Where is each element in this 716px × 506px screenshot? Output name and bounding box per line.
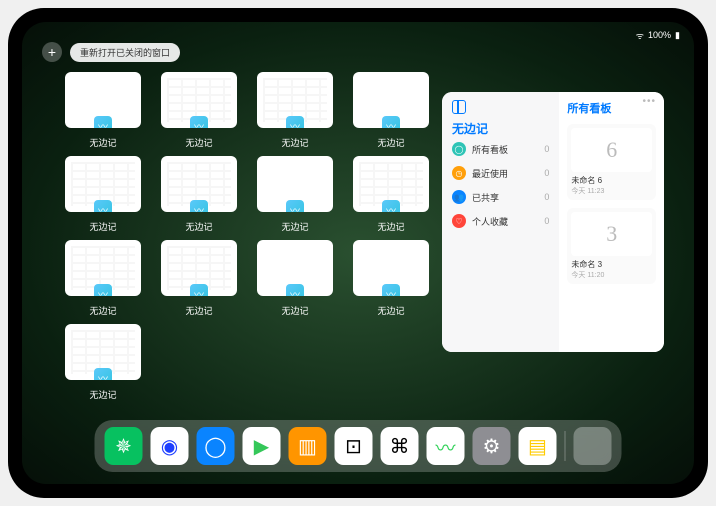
window-thumb[interactable]: 〰无边记: [352, 240, 430, 320]
window-thumb[interactable]: 〰无边记: [160, 156, 238, 236]
reopen-closed-window-button[interactable]: 重新打开已关闭的窗口: [70, 43, 180, 62]
thumb-label: 无边记: [281, 220, 308, 233]
window-thumb[interactable]: 〰无边记: [64, 156, 142, 236]
sidebar-toggle-icon[interactable]: [452, 100, 466, 114]
add-button[interactable]: +: [42, 42, 62, 62]
sidebar-item-label: 已共享: [472, 191, 544, 204]
thumb-label: 无边记: [89, 136, 116, 149]
sidebar-item-icon: ◯: [452, 142, 466, 156]
freeform-app-icon: 〰: [382, 284, 400, 296]
freeform-app-icon: 〰: [190, 284, 208, 296]
freeform-app-icon: 〰: [190, 200, 208, 212]
freeform-app-icon: 〰: [382, 200, 400, 212]
freeform-app-icon: 〰: [94, 368, 112, 380]
thumb-label: 无边记: [281, 304, 308, 317]
window-thumb[interactable]: 〰无边记: [64, 324, 142, 404]
dock-app7[interactable]: ⌘: [381, 427, 419, 465]
window-thumb[interactable]: 〰无边记: [352, 156, 430, 236]
board-item[interactable]: 6 未命名 6今天 11:23: [567, 124, 656, 200]
freeform-app-icon: 〰: [190, 116, 208, 128]
sidebar-item[interactable]: ◯ 所有看板0: [452, 137, 549, 161]
ipad-frame: ᯤ 100% ▮ + 重新打开已关闭的窗口 〰无边记〰无边记〰无边记〰无边记〰无…: [8, 8, 708, 498]
dock-qqbrowser[interactable]: ◯: [197, 427, 235, 465]
freeform-app-icon: 〰: [382, 116, 400, 128]
sidebar-item[interactable]: ♡ 个人收藏0: [452, 209, 549, 233]
thumb-label: 无边记: [377, 220, 404, 233]
sidebar-item-count: 0: [544, 192, 549, 202]
sidebar-item-label: 所有看板: [472, 143, 544, 156]
battery-icon: ▮: [675, 30, 680, 41]
sidebar-item[interactable]: 👥 已共享0: [452, 185, 549, 209]
sidebar-title: 无边记: [452, 120, 549, 137]
window-thumb[interactable]: 〰无边记: [256, 240, 334, 320]
sidebar-item-count: 0: [544, 144, 549, 154]
board-item[interactable]: 3 未命名 3今天 11:20: [567, 208, 656, 284]
freeform-sidebar: 无边记 ◯所有看板0◷最近使用0👥已共享0♡个人收藏0: [442, 92, 559, 352]
thumb-label: 无边记: [89, 220, 116, 233]
freeform-app-icon: 〰: [94, 200, 112, 212]
board-name: 未命名 6: [571, 175, 652, 186]
stage-manager-topbar: + 重新打开已关闭的窗口: [42, 42, 180, 62]
freeform-app-icon: 〰: [286, 200, 304, 212]
board-name: 未命名 3: [571, 259, 652, 270]
freeform-app-icon: 〰: [94, 116, 112, 128]
board-time: 今天 11:20: [571, 270, 652, 280]
window-grid: 〰无边记〰无边记〰无边记〰无边记〰无边记〰无边记〰无边记〰无边记〰无边记〰无边记…: [64, 72, 430, 404]
board-preview: 3: [571, 212, 652, 256]
sidebar-item-count: 0: [544, 168, 549, 178]
sidebar-item-icon: ♡: [452, 214, 466, 228]
window-thumb[interactable]: 〰无边记: [352, 72, 430, 152]
thumb-label: 无边记: [89, 304, 116, 317]
wifi-icon: ᯤ: [636, 29, 644, 42]
window-thumb[interactable]: 〰无边记: [256, 156, 334, 236]
window-thumb[interactable]: 〰无边记: [160, 240, 238, 320]
thumb-label: 无边记: [185, 220, 212, 233]
sidebar-item-icon: ◷: [452, 166, 466, 180]
screen: ᯤ 100% ▮ + 重新打开已关闭的窗口 〰无边记〰无边记〰无边记〰无边记〰无…: [22, 22, 694, 484]
window-thumb[interactable]: 〰无边记: [256, 72, 334, 152]
dock-books[interactable]: ▥: [289, 427, 327, 465]
freeform-app-icon: 〰: [286, 284, 304, 296]
thumb-label: 无边记: [377, 136, 404, 149]
window-thumb[interactable]: 〰无边记: [64, 240, 142, 320]
freeform-app-icon: 〰: [286, 116, 304, 128]
thumb-label: 无边记: [185, 304, 212, 317]
battery-text: 100%: [648, 30, 671, 40]
window-thumb[interactable]: 〰无边记: [64, 72, 142, 152]
sidebar-item[interactable]: ◷ 最近使用0: [452, 161, 549, 185]
sidebar-item-icon: 👥: [452, 190, 466, 204]
sidebar-item-count: 0: [544, 216, 549, 226]
sidebar-item-label: 个人收藏: [472, 215, 544, 228]
dock-notes[interactable]: ▤: [519, 427, 557, 465]
more-icon[interactable]: •••: [642, 96, 656, 107]
freeform-app-icon: 〰: [94, 284, 112, 296]
thumb-label: 无边记: [377, 304, 404, 317]
window-thumb[interactable]: 〰无边记: [160, 72, 238, 152]
board-preview: 6: [571, 128, 652, 172]
dock-quark[interactable]: ◉: [151, 427, 189, 465]
dock-settings[interactable]: ⚙: [473, 427, 511, 465]
sidebar-item-label: 最近使用: [472, 167, 544, 180]
freeform-panel[interactable]: 无边记 ◯所有看板0◷最近使用0👥已共享0♡个人收藏0 ••• 所有看板 6未命…: [442, 92, 664, 352]
dock-wechat[interactable]: ✵: [105, 427, 143, 465]
dock-recent-folder[interactable]: [574, 427, 612, 465]
dock: ✵◉◯▶▥⊡⌘〰⚙▤: [95, 420, 622, 472]
thumb-label: 无边记: [89, 388, 116, 401]
dock-separator: [565, 431, 566, 461]
dock-play[interactable]: ▶: [243, 427, 281, 465]
board-time: 今天 11:23: [571, 186, 652, 196]
thumb-label: 无边记: [281, 136, 308, 149]
freeform-content: ••• 所有看板 6未命名 6今天 11:233未命名 3今天 11:20: [559, 92, 664, 352]
thumb-label: 无边记: [185, 136, 212, 149]
dock-dice[interactable]: ⊡: [335, 427, 373, 465]
dock-freeform[interactable]: 〰: [427, 427, 465, 465]
